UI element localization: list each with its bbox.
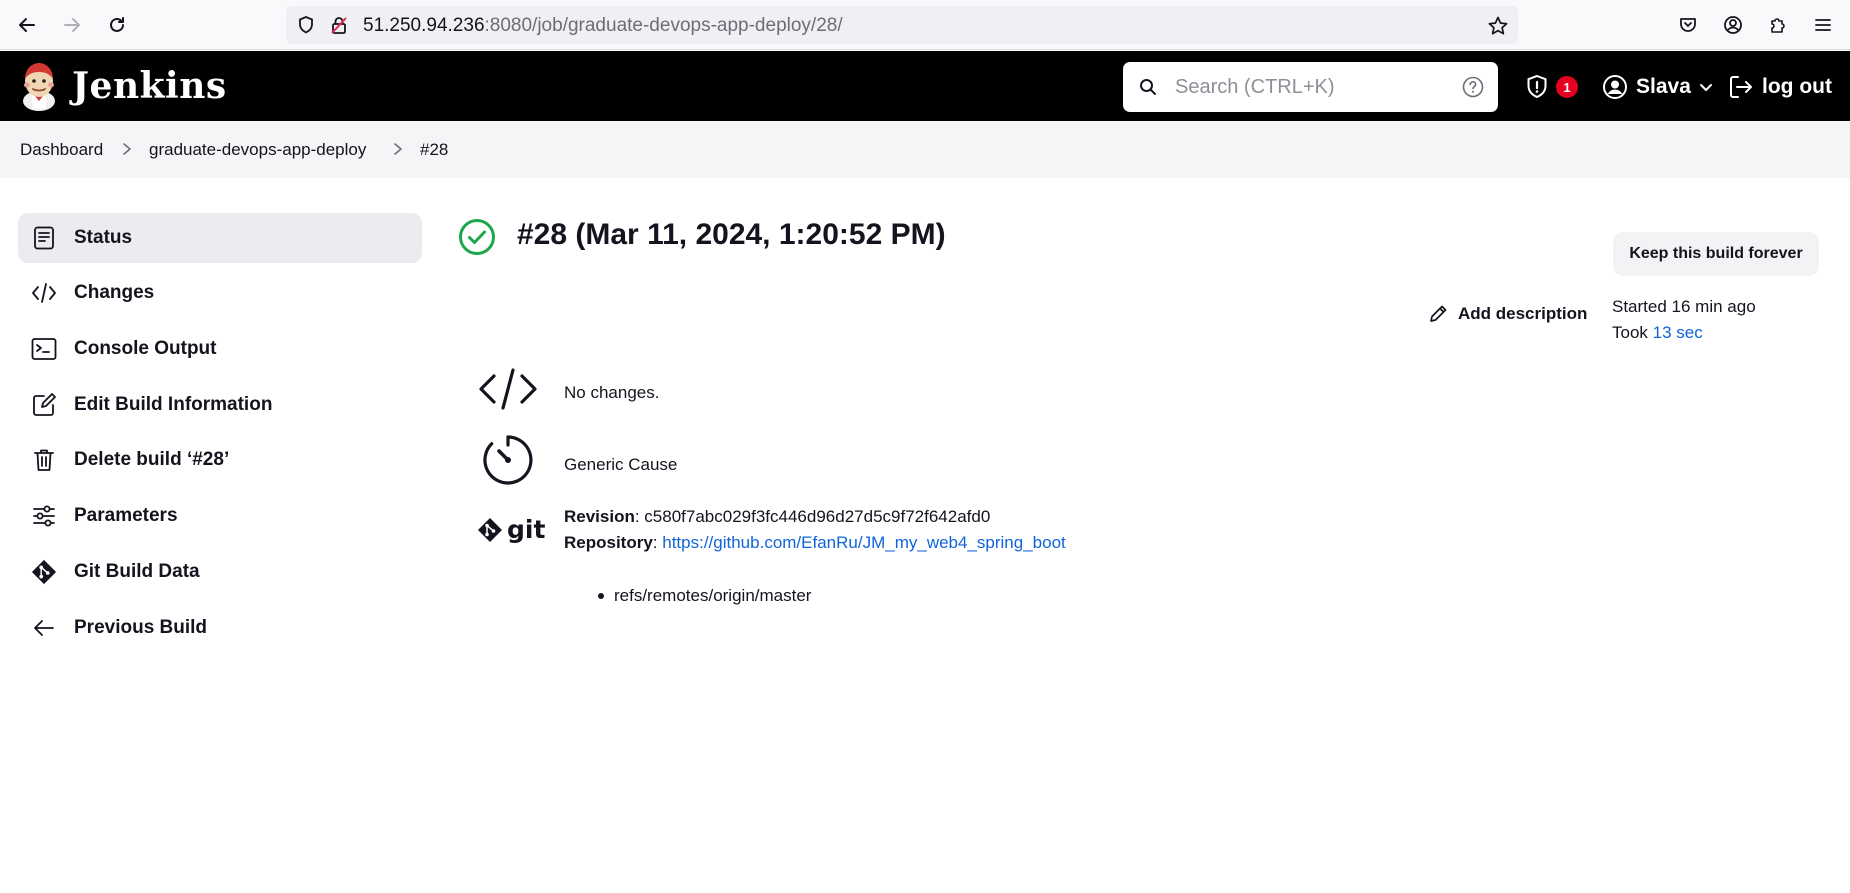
sidebar-item-label: Console Output — [74, 338, 217, 359]
timer-icon — [483, 435, 533, 485]
logout-icon — [1730, 76, 1752, 98]
user-icon — [1603, 75, 1627, 99]
breadcrumb-build[interactable]: #28 — [420, 140, 448, 160]
app-title: Jenkins — [72, 65, 227, 107]
account-button[interactable] — [1720, 12, 1746, 38]
bullet-icon — [598, 593, 604, 599]
duration-prefix: Took — [1612, 323, 1653, 342]
url-text: 51.250.94.236:8080/job/graduate-devops-a… — [363, 15, 843, 36]
security-alerts-button[interactable]: 1 — [1524, 74, 1578, 100]
revision-label: Revision — [564, 507, 635, 526]
add-description-button[interactable]: Add description — [1428, 304, 1587, 324]
breadcrumb: Dashboard graduate-devops-app-deploy #28 — [0, 121, 1850, 178]
sidebar-item-status[interactable]: Status — [18, 213, 422, 263]
terminal-icon — [31, 336, 57, 362]
chevron-down-icon — [1699, 84, 1712, 91]
back-button[interactable] — [12, 10, 42, 40]
jenkins-home-link[interactable]: Jenkins — [18, 61, 227, 111]
jenkins-header: Jenkins 1 Slava log out — [0, 51, 1850, 121]
sidebar-item-changes[interactable]: Changes — [18, 268, 422, 318]
search-icon — [1140, 79, 1156, 95]
code-icon — [479, 368, 537, 410]
repository-link[interactable]: https://github.com/EfanRu/JM_my_web4_spr… — [662, 533, 1066, 552]
shield-icon — [299, 16, 313, 34]
sidebar-item-previous-build[interactable]: Previous Build — [18, 603, 422, 653]
repository-label: Repository — [564, 533, 653, 552]
git-logo: git — [477, 515, 545, 544]
arrow-right-icon — [64, 18, 80, 32]
logout-button[interactable]: log out — [1728, 74, 1832, 100]
account-icon — [1724, 16, 1742, 34]
revision-value: : c580f7abc029f3fc446d96d27d5c9f72f642af… — [634, 507, 991, 526]
sidebar-item-label: Previous Build — [74, 617, 208, 638]
sidebar-item-label: Status — [74, 227, 133, 248]
browser-toolbar: 51.250.94.236:8080/job/graduate-devops-a… — [0, 0, 1850, 50]
sidebar-item-edit-build-information[interactable]: Edit Build Information — [18, 380, 422, 430]
sidebar-item-label: Parameters — [74, 505, 178, 526]
logout-label: log out — [1762, 75, 1832, 98]
sidebar-item-parameters[interactable]: Parameters — [18, 491, 422, 541]
code-icon — [31, 280, 57, 306]
git-icon — [478, 517, 502, 542]
sidebar-item-label: Edit Build Information — [74, 394, 273, 415]
sidebar-item-label: Changes — [74, 282, 155, 303]
repository-sep: : — [652, 533, 663, 552]
help-icon[interactable] — [1462, 76, 1484, 98]
breadcrumb-job[interactable]: graduate-devops-app-deploy — [149, 140, 366, 160]
branch-name: refs/remotes/origin/master — [614, 586, 812, 605]
pocket-button[interactable] — [1675, 12, 1701, 38]
menu-button[interactable] — [1810, 12, 1836, 38]
shield-alert-icon — [1527, 74, 1547, 99]
hamburger-icon — [1815, 19, 1831, 31]
sidebar-item-console-output[interactable]: Console Output — [18, 324, 422, 374]
revision-line: Revision: c580f7abc029f3fc446d96d27d5c9f… — [564, 507, 990, 527]
insecure-lock-icon — [331, 17, 347, 34]
sliders-icon — [31, 503, 57, 529]
user-name: Slava — [1636, 75, 1691, 98]
arrow-left-icon — [19, 18, 35, 32]
branch-list-item: refs/remotes/origin/master — [598, 586, 811, 606]
extensions-button[interactable] — [1765, 12, 1791, 38]
build-started-text: Started 16 min ago — [1612, 297, 1756, 316]
duration-link[interactable]: 13 sec — [1653, 323, 1703, 342]
chevron-right-icon — [394, 143, 402, 155]
reload-button[interactable] — [102, 10, 132, 40]
trash-icon — [31, 447, 57, 473]
reload-icon — [110, 17, 124, 32]
add-description-label: Add description — [1458, 304, 1588, 323]
forward-button[interactable] — [57, 10, 87, 40]
breadcrumb-dashboard[interactable]: Dashboard — [20, 140, 103, 160]
arrow-left-icon — [31, 615, 57, 641]
bookmark-star-icon[interactable] — [1487, 15, 1509, 37]
jenkins-logo-icon — [23, 63, 55, 111]
pencil-icon — [1430, 305, 1447, 322]
puzzle-icon — [1771, 18, 1785, 33]
sidebar-item-delete-build[interactable]: Delete build ‘#28’ — [18, 435, 422, 485]
alert-count-badge: 1 — [1556, 76, 1578, 98]
build-cause-text: Generic Cause — [564, 455, 678, 474]
sidebar-item-label: Delete build ‘#28’ — [74, 449, 230, 470]
chevron-right-icon — [123, 143, 131, 155]
changes-text: No changes. — [564, 383, 660, 402]
address-bar[interactable]: 51.250.94.236:8080/job/graduate-devops-a… — [286, 6, 1518, 44]
git-icon — [31, 559, 57, 585]
search-input[interactable] — [1175, 62, 1445, 112]
success-check-icon — [459, 219, 495, 255]
document-icon — [31, 225, 57, 251]
page-title: #28 (Mar 11, 2024, 1:20:52 PM) — [517, 218, 946, 251]
user-menu-button[interactable]: Slava — [1602, 74, 1713, 100]
sidebar-item-git-build-data[interactable]: Git Build Data — [18, 547, 422, 597]
pocket-icon — [1680, 18, 1696, 32]
keep-build-forever-button[interactable]: Keep this build forever — [1613, 232, 1819, 276]
build-duration: Took 13 sec — [1612, 323, 1703, 343]
search-box[interactable] — [1123, 62, 1498, 112]
edit-icon — [31, 392, 57, 418]
sidebar-item-label: Git Build Data — [74, 561, 200, 582]
git-logo-text: git — [507, 515, 546, 544]
repository-line: Repository: https://github.com/EfanRu/JM… — [564, 533, 1066, 553]
